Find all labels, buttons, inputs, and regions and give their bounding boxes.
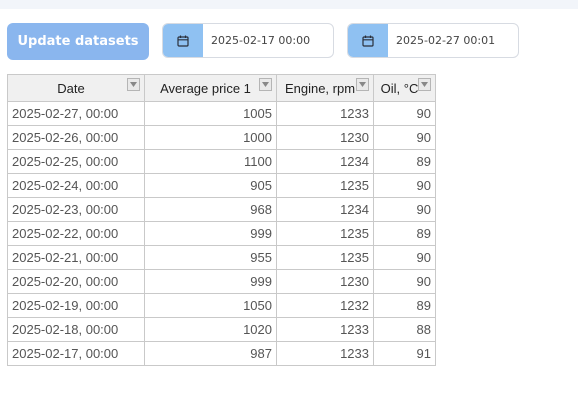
table-row[interactable]: 2025-02-20, 00:00 999 1230 90 bbox=[7, 269, 436, 294]
table-row[interactable]: 2025-02-26, 00:00 1000 1230 90 bbox=[7, 125, 436, 150]
cell-oil-temp: 90 bbox=[373, 269, 436, 294]
cell-oil-temp: 88 bbox=[373, 317, 436, 342]
table-row[interactable]: 2025-02-21, 00:00 955 1235 90 bbox=[7, 245, 436, 270]
table-row[interactable]: 2025-02-18, 00:00 1020 1233 88 bbox=[7, 317, 436, 342]
date-to-input[interactable] bbox=[388, 24, 516, 57]
data-table: Date Average price 1 Engine, rpm Oil, °C… bbox=[7, 74, 436, 366]
cell-average-price: 1100 bbox=[144, 149, 277, 174]
date-from-input[interactable] bbox=[203, 24, 331, 57]
cell-oil-temp: 90 bbox=[373, 173, 436, 198]
cell-engine-rpm: 1235 bbox=[276, 173, 374, 198]
date-from-picker[interactable] bbox=[162, 23, 334, 58]
toolbar: Update datasets bbox=[0, 0, 578, 70]
table-row[interactable]: 2025-02-22, 00:00 999 1235 89 bbox=[7, 221, 436, 246]
cell-engine-rpm: 1232 bbox=[276, 293, 374, 318]
cell-oil-temp: 89 bbox=[373, 221, 436, 246]
table-row[interactable]: 2025-02-25, 00:00 1100 1234 89 bbox=[7, 149, 436, 174]
calendar-icon[interactable] bbox=[348, 24, 388, 57]
column-header-label: Date bbox=[57, 80, 85, 96]
column-header-label: Average price 1 bbox=[160, 80, 251, 96]
update-datasets-button[interactable]: Update datasets bbox=[7, 23, 149, 60]
table-row[interactable]: 2025-02-23, 00:00 968 1234 90 bbox=[7, 197, 436, 222]
date-to-picker[interactable] bbox=[347, 23, 519, 58]
column-header-oil-temp[interactable]: Oil, °C bbox=[373, 74, 436, 102]
filter-dropdown-icon[interactable] bbox=[356, 78, 369, 91]
cell-date: 2025-02-23, 00:00 bbox=[7, 197, 145, 222]
column-header-engine-rpm[interactable]: Engine, rpm bbox=[276, 74, 374, 102]
cell-date: 2025-02-19, 00:00 bbox=[7, 293, 145, 318]
cell-engine-rpm: 1234 bbox=[276, 197, 374, 222]
cell-engine-rpm: 1235 bbox=[276, 221, 374, 246]
cell-oil-temp: 90 bbox=[373, 101, 436, 126]
cell-average-price: 999 bbox=[144, 269, 277, 294]
cell-oil-temp: 90 bbox=[373, 245, 436, 270]
cell-date: 2025-02-17, 00:00 bbox=[7, 341, 145, 366]
table-row[interactable]: 2025-02-19, 00:00 1050 1232 89 bbox=[7, 293, 436, 318]
cell-average-price: 905 bbox=[144, 173, 277, 198]
table-header-row: Date Average price 1 Engine, rpm Oil, °C bbox=[7, 74, 436, 102]
cell-average-price: 955 bbox=[144, 245, 277, 270]
cell-engine-rpm: 1234 bbox=[276, 149, 374, 174]
cell-average-price: 987 bbox=[144, 341, 277, 366]
cell-average-price: 1005 bbox=[144, 101, 277, 126]
cell-average-price: 1000 bbox=[144, 125, 277, 150]
column-header-date[interactable]: Date bbox=[7, 74, 145, 102]
cell-date: 2025-02-22, 00:00 bbox=[7, 221, 145, 246]
cell-date: 2025-02-18, 00:00 bbox=[7, 317, 145, 342]
cell-oil-temp: 89 bbox=[373, 149, 436, 174]
cell-engine-rpm: 1230 bbox=[276, 269, 374, 294]
table-row[interactable]: 2025-02-24, 00:00 905 1235 90 bbox=[7, 173, 436, 198]
cell-date: 2025-02-24, 00:00 bbox=[7, 173, 145, 198]
cell-average-price: 1020 bbox=[144, 317, 277, 342]
filter-dropdown-icon[interactable] bbox=[259, 78, 272, 91]
filter-dropdown-icon[interactable] bbox=[127, 78, 140, 91]
cell-oil-temp: 90 bbox=[373, 197, 436, 222]
table-row[interactable]: 2025-02-27, 00:00 1005 1233 90 bbox=[7, 101, 436, 126]
filter-dropdown-icon[interactable] bbox=[418, 78, 431, 91]
cell-date: 2025-02-20, 00:00 bbox=[7, 269, 145, 294]
cell-oil-temp: 91 bbox=[373, 341, 436, 366]
table-row[interactable]: 2025-02-17, 00:00 987 1233 91 bbox=[7, 341, 436, 366]
cell-average-price: 968 bbox=[144, 197, 277, 222]
cell-average-price: 999 bbox=[144, 221, 277, 246]
cell-engine-rpm: 1233 bbox=[276, 317, 374, 342]
cell-date: 2025-02-21, 00:00 bbox=[7, 245, 145, 270]
cell-engine-rpm: 1233 bbox=[276, 341, 374, 366]
column-header-label: Engine, rpm bbox=[284, 80, 356, 96]
cell-oil-temp: 89 bbox=[373, 293, 436, 318]
cell-engine-rpm: 1235 bbox=[276, 245, 374, 270]
cell-date: 2025-02-25, 00:00 bbox=[7, 149, 145, 174]
cell-date: 2025-02-26, 00:00 bbox=[7, 125, 145, 150]
calendar-icon[interactable] bbox=[163, 24, 203, 57]
cell-average-price: 1050 bbox=[144, 293, 277, 318]
column-header-average-price[interactable]: Average price 1 bbox=[144, 74, 277, 102]
cell-oil-temp: 90 bbox=[373, 125, 436, 150]
cell-engine-rpm: 1233 bbox=[276, 101, 374, 126]
cell-engine-rpm: 1230 bbox=[276, 125, 374, 150]
cell-date: 2025-02-27, 00:00 bbox=[7, 101, 145, 126]
